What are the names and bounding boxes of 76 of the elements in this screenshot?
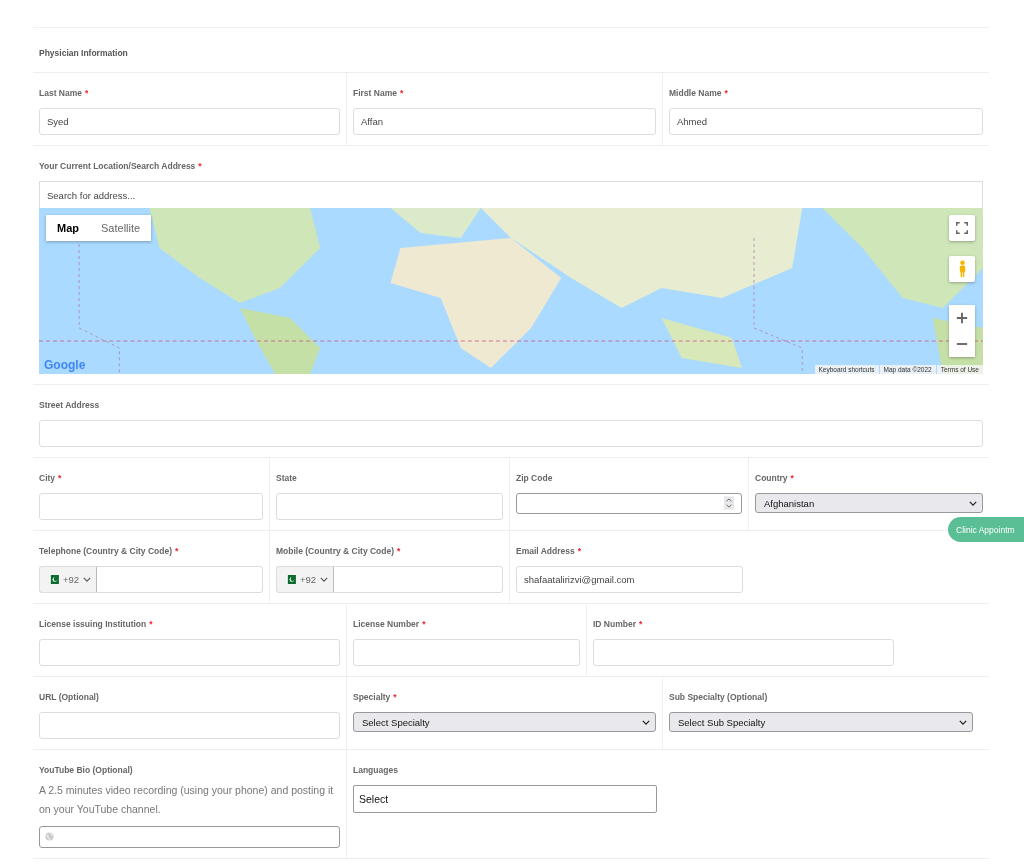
chevron-icon	[642, 720, 650, 725]
field-label: Specialty	[353, 691, 391, 703]
text-field[interactable]: Affan	[353, 108, 656, 135]
required-mark: *	[422, 618, 426, 630]
zoom-in-button[interactable]	[949, 305, 975, 331]
field-label: Sub Specialty (Optional)	[669, 691, 768, 703]
required-mark: *	[198, 160, 202, 172]
text-field[interactable]	[39, 639, 340, 666]
required-mark: *	[577, 545, 582, 557]
field-label: Last Name	[39, 87, 82, 99]
text-field[interactable]	[593, 639, 894, 666]
field-label: Email Address	[516, 545, 575, 557]
field-label: Middle Name	[669, 87, 722, 99]
field-label: Mobile (Country & City Code)	[276, 545, 395, 557]
field-description: A 2.5 minutes video recording (using your phone) and posting it on your YouTube channel.	[39, 783, 335, 817]
field-label: YouTube Bio (Optional)	[39, 764, 133, 776]
required-mark: *	[639, 618, 643, 630]
section-title: Physician Information	[39, 48, 128, 58]
required-mark: *	[724, 87, 728, 99]
text-field[interactable]	[353, 639, 580, 666]
pegman-button[interactable]	[949, 256, 975, 282]
required-mark: *	[149, 618, 153, 630]
url-field[interactable]	[39, 826, 340, 848]
phone-number-field[interactable]	[97, 566, 263, 593]
select-dropdown[interactable]: Afghanistan	[755, 493, 983, 513]
plus-icon	[956, 312, 968, 324]
spinner-icon[interactable]	[724, 496, 734, 510]
select-dropdown[interactable]: Select Specialty	[353, 712, 656, 732]
country-code-button[interactable]: +92	[39, 566, 98, 593]
multi-select-field[interactable]: Select	[353, 785, 657, 813]
field-label: URL (Optional)	[39, 691, 99, 703]
map-logo: Google	[44, 358, 86, 372]
text-field[interactable]	[39, 493, 263, 520]
field-label: City	[39, 472, 56, 484]
country-code-button[interactable]: +92	[276, 566, 335, 593]
required-mark: *	[399, 87, 404, 99]
map-type-tab[interactable]: Map	[46, 215, 90, 241]
required-mark: *	[175, 545, 179, 557]
field-label: Languages	[353, 764, 398, 776]
text-field[interactable]: shafaatalirizvi@gmail.com	[516, 566, 743, 593]
text-field[interactable]	[39, 712, 340, 739]
field-label: State	[276, 472, 297, 484]
chevron-icon	[83, 577, 92, 582]
field-label: License issuing Institution	[39, 618, 147, 630]
field-label: License Number	[353, 618, 420, 630]
flag-icon	[285, 575, 296, 584]
required-mark: *	[85, 87, 89, 99]
zoom-out-button[interactable]	[949, 331, 975, 357]
required-mark: *	[790, 472, 794, 484]
chevron-icon	[959, 720, 967, 725]
chevron-icon	[320, 577, 329, 582]
fullscreen-icon	[956, 222, 968, 234]
text-field[interactable]: Syed	[39, 108, 340, 135]
person-icon	[957, 260, 967, 278]
text-field[interactable]	[39, 420, 983, 447]
fullscreen-button[interactable]	[949, 215, 975, 241]
required-mark: *	[397, 545, 401, 557]
field-label: First Name	[353, 87, 397, 99]
select-dropdown[interactable]: Select Sub Specialty	[669, 712, 973, 732]
chevron-icon	[969, 501, 977, 506]
flag-icon	[48, 575, 59, 584]
globe-icon	[45, 832, 54, 841]
text-field[interactable]: Ahmed	[669, 108, 983, 135]
address-search-field[interactable]: Search for address...	[39, 181, 983, 208]
phone-number-field[interactable]	[334, 566, 503, 593]
text-field[interactable]	[276, 493, 503, 520]
field-label: Zip Code	[516, 472, 553, 484]
field-label: ID Number	[593, 618, 636, 630]
field-label: Street Address	[39, 399, 100, 411]
number-field[interactable]	[516, 493, 742, 514]
map-type-tab[interactable]: Satellite	[90, 215, 152, 241]
field-label: Your Current Location/Search Address	[39, 160, 196, 172]
field-label: Telephone (Country & City Code)	[39, 545, 172, 557]
field-label: Country	[755, 472, 788, 484]
required-mark: *	[58, 472, 62, 484]
required-mark: *	[393, 691, 397, 703]
